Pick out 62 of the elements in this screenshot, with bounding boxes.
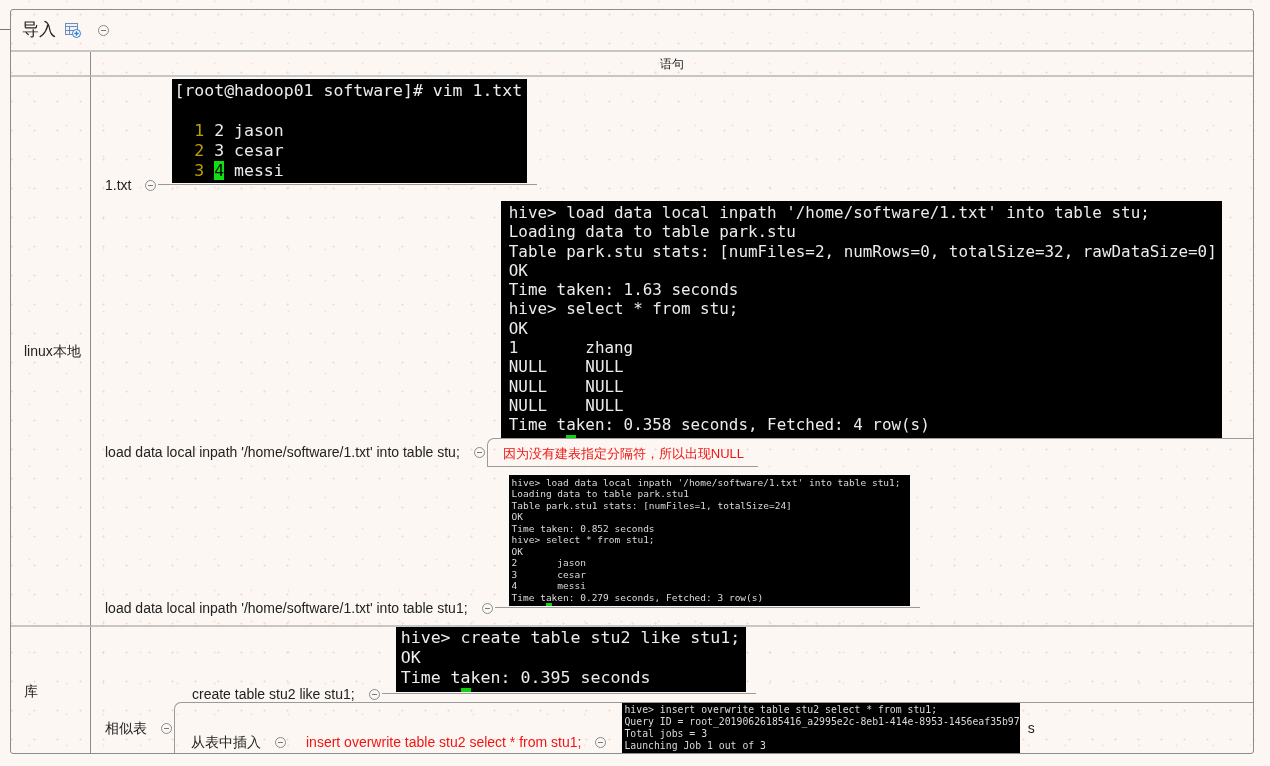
- line-number: 2: [193, 141, 205, 161]
- topic-label: load data local inpath '/home/software/1.txt' into table stu;: [105, 444, 460, 461]
- row-label: 库: [24, 682, 38, 699]
- terminal-line: Time taken: 0.358 seconds, Fetched: 4 row(s): [508, 415, 931, 435]
- column-header: 语句: [660, 56, 684, 71]
- terminal-line: Loading data to table park.stu: [508, 222, 797, 242]
- topic-label: 1.txt: [105, 177, 132, 193]
- terminal-line: 4 messi: [214, 161, 284, 180]
- terminal-line: Loading data to table park.stu1: [511, 488, 690, 500]
- minus-circle-icon[interactable]: [473, 446, 485, 458]
- command-text: insert overwrite table stu2 select * from stu1;: [306, 734, 582, 750]
- terminal-line: hive> create table stu2 like stu1;: [400, 628, 741, 648]
- terminal-line: Total jobs = 3: [624, 728, 709, 740]
- terminal-line: Table park.stu1 stats: [numFiles=1, totalSize=24]: [511, 499, 793, 511]
- topic-label: 相似表: [105, 720, 147, 736]
- terminal-line: 3 cesar: [214, 141, 284, 160]
- terminal-line: hive> select * from stu1;: [511, 534, 656, 546]
- terminal-cursor-icon: [545, 603, 552, 606]
- terminal-line: NULL NULL: [508, 395, 625, 416]
- terminal-line: hive> load data local inpath '/home/software/1.txt' into table stu1;: [511, 476, 901, 488]
- terminal-line: OK: [508, 260, 529, 281]
- minus-circle-icon[interactable]: [481, 602, 493, 614]
- minus-circle-icon[interactable]: [98, 24, 109, 36]
- line-number: 1: [193, 121, 205, 141]
- terminal-line: [root@hadoop01 software]# vim 1.txt: [174, 81, 523, 101]
- terminal-line: hive> insert overwrite table stu2 select * from stu1;: [624, 704, 939, 716]
- terminal-line: Time taken: 1.63 seconds: [508, 280, 740, 300]
- terminal-line: OK: [508, 318, 529, 339]
- terminal-line: Launching Job 1 out of 3: [624, 740, 767, 752]
- terminal-line: 3 cesar: [511, 568, 587, 580]
- terminal-line: OK: [511, 545, 525, 557]
- terminal-line: 2 jason: [214, 121, 284, 140]
- note-text: 因为没有建表指定分隔符，所以出现NULL: [502, 445, 745, 462]
- terminal-cursor-icon: [460, 688, 471, 692]
- suffix-text: s: [1027, 720, 1035, 736]
- minus-circle-icon[interactable]: [161, 722, 172, 734]
- terminal-line: NULL NULL: [508, 357, 625, 377]
- terminal-line: Time taken: 0.279 seconds, Fetched: 3 row(s): [511, 591, 765, 603]
- terminal-line: 1 zhang: [508, 338, 635, 358]
- topic-label: 从表中插入: [191, 734, 261, 750]
- minus-circle-icon[interactable]: [368, 688, 380, 700]
- terminal-line: Table park.stu stats: [numFiles=2, numRows=0, totalSize=32, rawDataSize=0]: [508, 241, 1217, 261]
- topic-label: load data local inpath '/home/software/1.txt' into table stu1;: [105, 600, 468, 616]
- terminal-line: Query ID = root_20190626185416_a2995e2c-8eb1-414e-8953-1456eaf35b97: [624, 716, 1020, 728]
- terminal-line: hive> select * from stu;: [508, 299, 740, 319]
- table-plus-icon[interactable]: [65, 22, 81, 38]
- line-number: 3: [193, 161, 205, 181]
- topic-label: create table stu2 like stu1;: [192, 686, 355, 702]
- terminal-line: OK: [400, 648, 422, 668]
- minus-circle-icon[interactable]: [595, 736, 607, 748]
- terminal-line: 4 messi: [511, 580, 587, 592]
- row-label: linux本地: [24, 343, 81, 359]
- minus-circle-icon[interactable]: [275, 736, 286, 748]
- map-title: 导入: [22, 20, 56, 40]
- terminal-cursor-icon: [566, 434, 576, 438]
- terminal-line: OK: [511, 511, 525, 523]
- minus-circle-icon[interactable]: [145, 179, 157, 191]
- terminal-line: NULL NULL: [508, 376, 625, 396]
- terminal-line: 2 jason: [511, 557, 587, 569]
- terminal-line: Time taken: 0.395 seconds: [400, 668, 652, 688]
- terminal-line: Time taken: 0.852 seconds: [511, 522, 656, 534]
- terminal-line: hive> load data local inpath '/home/software/1.txt' into table stu;: [508, 202, 1151, 223]
